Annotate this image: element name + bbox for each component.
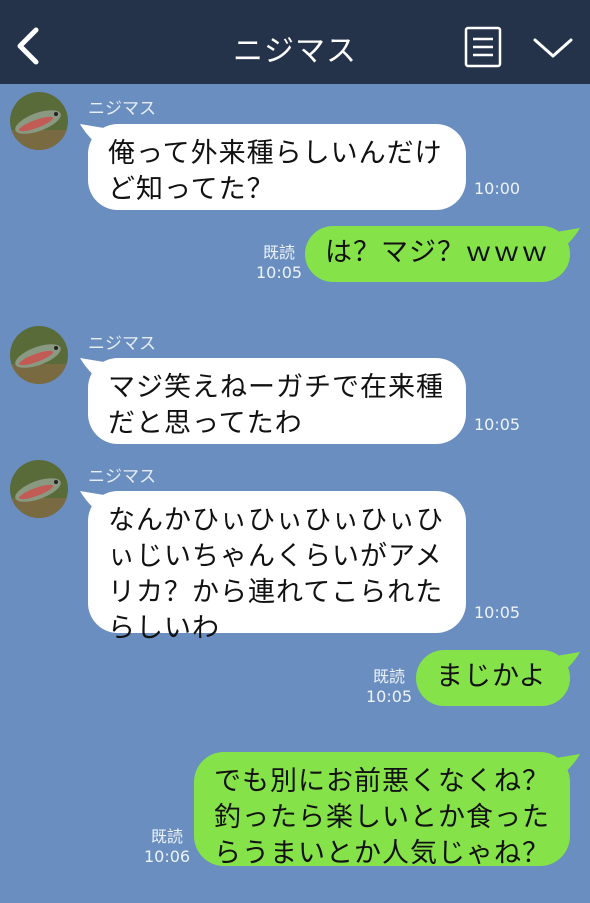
- message-time: 10:05: [474, 415, 521, 434]
- bubble-tail: [556, 228, 580, 254]
- message-bubble[interactable]: なんかひぃひぃひぃひぃひ ぃじいちゃんくらいがアメ リカ？から連れてこられた ら…: [88, 491, 466, 644]
- message-bubble[interactable]: マジ笑えねーガチで在来種 だと思ってたわ: [88, 358, 466, 444]
- chevron-down-icon[interactable]: [532, 34, 574, 62]
- message-bubble[interactable]: でも別にお前悪くなくね？ 釣ったら楽しいとか食った らうまいとか人気じゃね？: [194, 752, 570, 869]
- message-bubble[interactable]: まじかよ: [416, 650, 570, 706]
- avatar[interactable]: [10, 326, 68, 384]
- bubble-tail: [556, 652, 580, 678]
- message-time: 10:00: [474, 179, 521, 198]
- message-bubble[interactable]: は？マジ？ｗｗｗ: [305, 226, 570, 282]
- read-label: 既読: [150, 827, 183, 846]
- read-status: 既読 10:05: [256, 243, 302, 283]
- message-time: 10:05: [256, 263, 303, 282]
- trout-avatar-icon: [10, 460, 68, 518]
- avatar[interactable]: [10, 460, 68, 518]
- message-bubble[interactable]: 俺って外来種らしいんだけ ど知ってた？: [88, 124, 466, 210]
- read-label: 既読: [262, 243, 295, 262]
- avatar[interactable]: [10, 92, 68, 150]
- read-status: 既読 10:05: [366, 667, 412, 707]
- sender-name: ニジマス: [88, 99, 156, 119]
- trout-avatar-icon: [10, 326, 68, 384]
- message-time: 10:06: [144, 847, 191, 866]
- sender-name: ニジマス: [88, 334, 156, 354]
- message-time: 10:05: [366, 687, 413, 706]
- read-status: 既読 10:06: [144, 827, 190, 867]
- chat-header: ニジマス: [0, 0, 590, 84]
- menu-list-icon[interactable]: [464, 26, 502, 68]
- trout-avatar-icon: [10, 92, 68, 150]
- bubble-tail: [556, 754, 580, 780]
- read-label: 既読: [372, 667, 405, 686]
- message-list[interactable]: ニジマス 俺って外来種らしいんだけ ど知ってた？ 10:00 既読 10:05 …: [0, 84, 590, 903]
- message-time: 10:05: [474, 603, 521, 622]
- sender-name: ニジマス: [88, 467, 156, 487]
